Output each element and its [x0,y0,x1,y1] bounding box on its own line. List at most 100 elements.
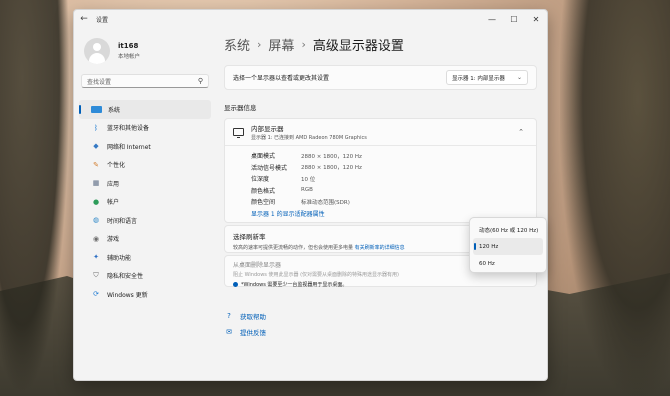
sidebar-item-label: 系统 [108,106,121,114]
display-info-card: 内部显示器 显示器 1: 已连接到 AMD Radeon 780M Graphi… [224,118,537,223]
info-row: 颜色空间 标准动态范围(SDR) [251,196,536,208]
help-links: ? 获取帮助 ✉ 提供反馈 [224,308,537,340]
chevron-up-icon[interactable]: ⌃ [518,128,524,136]
sidebar-item-bluetooth[interactable]: ᛒ 蓝牙和其他设备 [79,119,211,138]
gamepad-icon: ◉ [92,234,100,243]
sidebar-item-label: 个性化 [107,162,126,170]
refresh-option-dynamic[interactable]: 动态(60 Hz 或 120 Hz) [473,221,543,238]
sidebar-item-label: 隐私和安全性 [107,273,144,281]
give-feedback-link[interactable]: ✉ 提供反馈 [224,324,537,340]
sidebar-item-accessibility[interactable]: ✦ 辅助功能 [79,248,211,267]
sidebar-item-apps[interactable]: ▦ 应用 [79,174,211,193]
sidebar-item-label: 帐户 [107,199,120,207]
breadcrumb-system[interactable]: 系统 [224,35,250,54]
monitor-icon [233,128,244,138]
window-title: 设置 [96,16,109,24]
display-selector-dropdown[interactable]: 显示器 1: 内部显示器 ⌄ [446,70,528,85]
apps-icon: ▦ [92,179,100,188]
avatar [84,38,110,64]
info-value: 2880 × 1800，120 Hz [301,153,362,160]
sidebar-item-label: 时间和语言 [107,217,138,225]
give-feedback-label: 提供反馈 [240,328,266,337]
sidebar-item-personalization[interactable]: ✎ 个性化 [79,156,211,175]
brush-icon: ✎ [93,160,99,169]
search-icon: ⚲ [197,77,203,85]
info-key: 颜色空间 [251,199,276,207]
profile-name: it168 [118,42,139,50]
settings-window: ← 设置 — ☐ ✕ it168 本地帐户 查找设置 ⚲ 系统 ᛒ 蓝牙和其他设… [73,9,548,381]
breadcrumb: 系统 › 屏幕 › 高级显示器设置 [224,35,537,54]
sidebar-item-label: 网络和 Internet [107,143,151,151]
display-info-rows: 桌面模式 2880 × 1800，120 Hz 活动信号模式 2880 × 18… [225,145,536,222]
profile-subtitle: 本地帐户 [118,54,141,60]
refresh-option-120hz[interactable]: 120 Hz [473,238,543,255]
globe-icon: ◍ [92,216,100,225]
display-selector-label: 选择一个显示器以查看或更改其设置 [233,75,330,82]
refresh-rate-dropdown-menu: 动态(60 Hz 或 120 Hz) 120 Hz 60 Hz [469,217,547,273]
remove-display-note: *Windows 需要至少一台监视器用于显示桌面。 [233,281,528,288]
info-row: 位深度 10 位 [251,173,536,185]
window-controls: — ☐ ✕ [481,10,547,28]
title-bar: ← 设置 — ☐ ✕ [74,10,547,28]
sidebar-item-label: 蓝牙和其他设备 [107,125,150,133]
refresh-rate-info-link[interactable]: 有关刷新率的详细信息 [355,245,405,251]
sidebar-item-label: 辅助功能 [107,254,132,262]
main-content: 系统 › 屏幕 › 高级显示器设置 选择一个显示器以查看或更改其设置 显示器 1… [224,28,537,380]
page-title: 高级显示器设置 [312,39,404,54]
info-row: 颜色格式 RGB [251,185,536,197]
bluetooth-icon: ᛒ [93,123,99,132]
sidebar-item-gaming[interactable]: ◉ 游戏 [79,230,211,249]
get-help-label: 获取帮助 [240,312,266,321]
refresh-rate-desc-text: 较高的速率可提供更流畅的动作，但也会使用更多电量 [233,244,354,251]
sidebar-item-time-language[interactable]: ◍ 时间和语言 [79,211,211,230]
sidebar-nav: 系统 ᛒ 蓝牙和其他设备 ◆ 网络和 Internet ✎ 个性化 ▦ 应用 ●… [74,100,216,304]
breadcrumb-separator: › [301,38,306,51]
account-icon: ● [92,197,100,206]
breadcrumb-separator: › [257,38,262,51]
info-value: 标准动态范围(SDR) [301,199,350,206]
info-key: 颜色格式 [251,187,276,195]
wallpaper-tree-left [0,0,70,396]
shield-icon: ⛉ [93,271,99,280]
sidebar-item-label: 游戏 [107,236,120,244]
sidebar-item-network[interactable]: ◆ 网络和 Internet [79,137,211,156]
sidebar-item-label: 应用 [107,180,120,188]
close-button[interactable]: ✕ [525,10,547,28]
network-icon: ◆ [93,142,99,151]
user-profile[interactable]: it168 本地帐户 [74,28,216,64]
info-value: RGB [301,187,313,194]
search-input[interactable]: 查找设置 [87,77,198,86]
sidebar: it168 本地帐户 查找设置 ⚲ 系统 ᛒ 蓝牙和其他设备 ◆ 网络和 Int… [74,28,216,380]
display-info-header[interactable]: 内部显示器 显示器 1: 已连接到 AMD Radeon 780M Graphi… [225,119,536,145]
sidebar-item-accounts[interactable]: ● 帐户 [79,193,211,212]
system-icon [91,105,102,113]
sidebar-item-label: Windows 更新 [107,291,148,299]
sidebar-item-windows-update[interactable]: ⟳ Windows 更新 [79,285,211,304]
info-row: 桌面模式 2880 × 1800，120 Hz [251,150,536,162]
refresh-rate-description: 较高的速率可提供更流畅的动作，但也会使用更多电量 有关刷新率的详细信息 [233,244,405,251]
section-title: 显示器信息 [224,104,257,112]
maximize-button[interactable]: ☐ [503,10,525,28]
search-box[interactable]: 查找设置 ⚲ [81,74,209,88]
info-key: 活动信号模式 [251,164,288,172]
get-help-link[interactable]: ? 获取帮助 [224,308,537,324]
refresh-rate-title: 选择刷新率 [233,232,266,241]
minimize-button[interactable]: — [481,10,503,28]
remove-display-note-text: *Windows 需要至少一台监视器用于显示桌面。 [241,281,348,288]
display-subtitle: 显示器 1: 已连接到 AMD Radeon 780M Graphics [251,135,367,141]
refresh-option-60hz[interactable]: 60 Hz [473,255,543,272]
feedback-icon: ✉ [226,327,232,336]
sidebar-item-system[interactable]: 系统 [79,100,211,119]
accessibility-icon: ✦ [93,253,99,262]
update-icon: ⟳ [93,290,99,299]
back-arrow-icon[interactable]: ← [76,14,92,24]
wallpaper-tree-right [560,0,670,396]
chevron-down-icon: ⌄ [516,74,522,81]
display-selector-card: 选择一个显示器以查看或更改其设置 显示器 1: 内部显示器 ⌄ [224,65,537,90]
breadcrumb-display[interactable]: 屏幕 [268,35,294,54]
sidebar-item-privacy[interactable]: ⛉ 隐私和安全性 [79,267,211,286]
info-row: 活动信号模式 2880 × 1800，120 Hz [251,162,536,174]
info-value: 2880 × 1800，120 Hz [301,165,362,172]
display-name: 内部显示器 [251,125,284,133]
info-icon [233,281,238,287]
